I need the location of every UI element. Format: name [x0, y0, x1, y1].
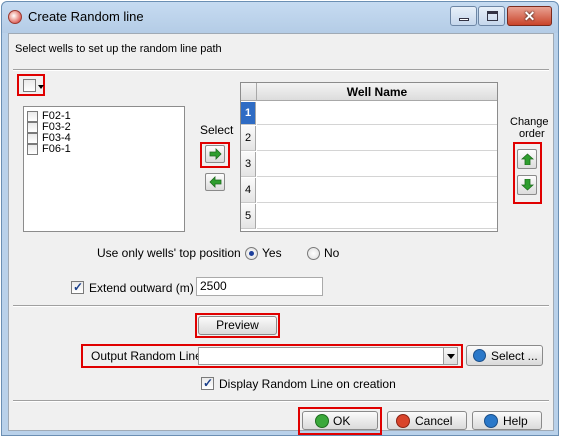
cancel-label: Cancel — [415, 414, 453, 428]
cancel-icon — [396, 414, 410, 428]
extend-outward-checkbox[interactable] — [71, 280, 84, 294]
row-number[interactable]: 1 — [241, 102, 256, 125]
row-number[interactable]: 5 — [241, 204, 256, 229]
maximize-icon — [487, 11, 498, 21]
move-up-button[interactable] — [517, 149, 537, 169]
wells-list[interactable]: F02-1 F03-2 F03-4 F06-1 — [23, 106, 185, 232]
remove-well-button[interactable] — [205, 173, 225, 191]
table-corner — [241, 83, 257, 100]
select-label: Select — [200, 123, 234, 137]
well-checkbox[interactable] — [27, 122, 38, 133]
help-label: Help — [503, 414, 528, 428]
close-button[interactable]: ✕ — [507, 6, 552, 26]
arrow-left-icon — [209, 176, 222, 188]
separator — [13, 69, 549, 71]
radio-yes-label[interactable]: Yes — [262, 246, 282, 260]
well-name-table[interactable]: Well Name 1 2 3 4 5 — [240, 82, 498, 232]
app-icon — [8, 10, 22, 24]
ok-button[interactable]: OK — [302, 411, 378, 430]
chevron-down-icon[interactable] — [443, 348, 457, 364]
title-bar[interactable]: Create Random line ✕ — [2, 2, 558, 33]
check-icon — [315, 414, 329, 428]
help-icon — [484, 414, 498, 428]
row-number[interactable]: 3 — [241, 152, 256, 177]
radio-yes[interactable] — [245, 247, 258, 260]
close-icon: ✕ — [523, 8, 536, 24]
move-down-button[interactable] — [517, 175, 537, 195]
chevron-down-icon[interactable] — [38, 85, 44, 89]
radio-no-label[interactable]: No — [324, 246, 339, 260]
display-on-creation-checkbox[interactable] — [201, 376, 214, 390]
help-button[interactable]: Help — [472, 411, 542, 430]
row-number[interactable]: 4 — [241, 178, 256, 203]
top-position-label: Use only wells' top position — [97, 246, 241, 260]
minimize-icon — [459, 18, 469, 21]
table-cell[interactable] — [257, 178, 497, 203]
table-header: Well Name — [241, 83, 497, 101]
separator — [13, 400, 549, 402]
cancel-button[interactable]: Cancel — [387, 411, 467, 430]
maximize-button[interactable] — [478, 6, 505, 26]
database-icon — [473, 349, 486, 362]
select-all-checkbox[interactable] — [23, 79, 36, 92]
output-select-button[interactable]: Select ... — [466, 345, 543, 366]
table-cell[interactable] — [257, 126, 497, 151]
add-well-button[interactable] — [205, 145, 225, 163]
preview-button[interactable]: Preview — [198, 316, 277, 335]
display-on-creation-label[interactable]: Display Random Line on creation — [219, 377, 396, 391]
table-cell[interactable] — [257, 152, 497, 177]
instruction-text: Select wells to set up the random line p… — [15, 43, 222, 55]
table-cell[interactable] — [257, 204, 497, 229]
column-header-well-name: Well Name — [346, 85, 408, 99]
row-number[interactable]: 2 — [241, 126, 256, 151]
minimize-button[interactable] — [450, 6, 477, 26]
well-checkbox[interactable] — [27, 111, 38, 122]
arrow-right-icon — [209, 148, 222, 160]
well-name: F06-1 — [42, 143, 71, 155]
well-checkbox[interactable] — [27, 144, 38, 155]
dialog-window: Create Random line ✕ Select wells to set… — [1, 1, 559, 436]
extend-outward-label[interactable]: Extend outward (m) — [89, 281, 194, 295]
change-order-label-2: order — [519, 128, 545, 140]
output-select-label: Select ... — [491, 349, 538, 363]
radio-no[interactable] — [307, 247, 320, 260]
arrow-up-icon — [521, 153, 534, 165]
ok-label: OK — [333, 414, 351, 428]
list-item[interactable]: F06-1 — [27, 144, 71, 155]
table-cell[interactable] — [257, 102, 497, 125]
well-checkbox[interactable] — [27, 133, 38, 144]
dialog-body: Select wells to set up the random line p… — [8, 33, 554, 435]
window-title: Create Random line — [28, 9, 144, 24]
output-random-line-combo[interactable] — [198, 347, 458, 365]
change-order-label: Change — [510, 116, 549, 128]
arrow-down-icon — [521, 179, 534, 191]
extend-outward-input[interactable]: 2500 — [196, 277, 323, 296]
output-label: Output Random Line — [91, 349, 202, 363]
separator — [13, 305, 549, 307]
